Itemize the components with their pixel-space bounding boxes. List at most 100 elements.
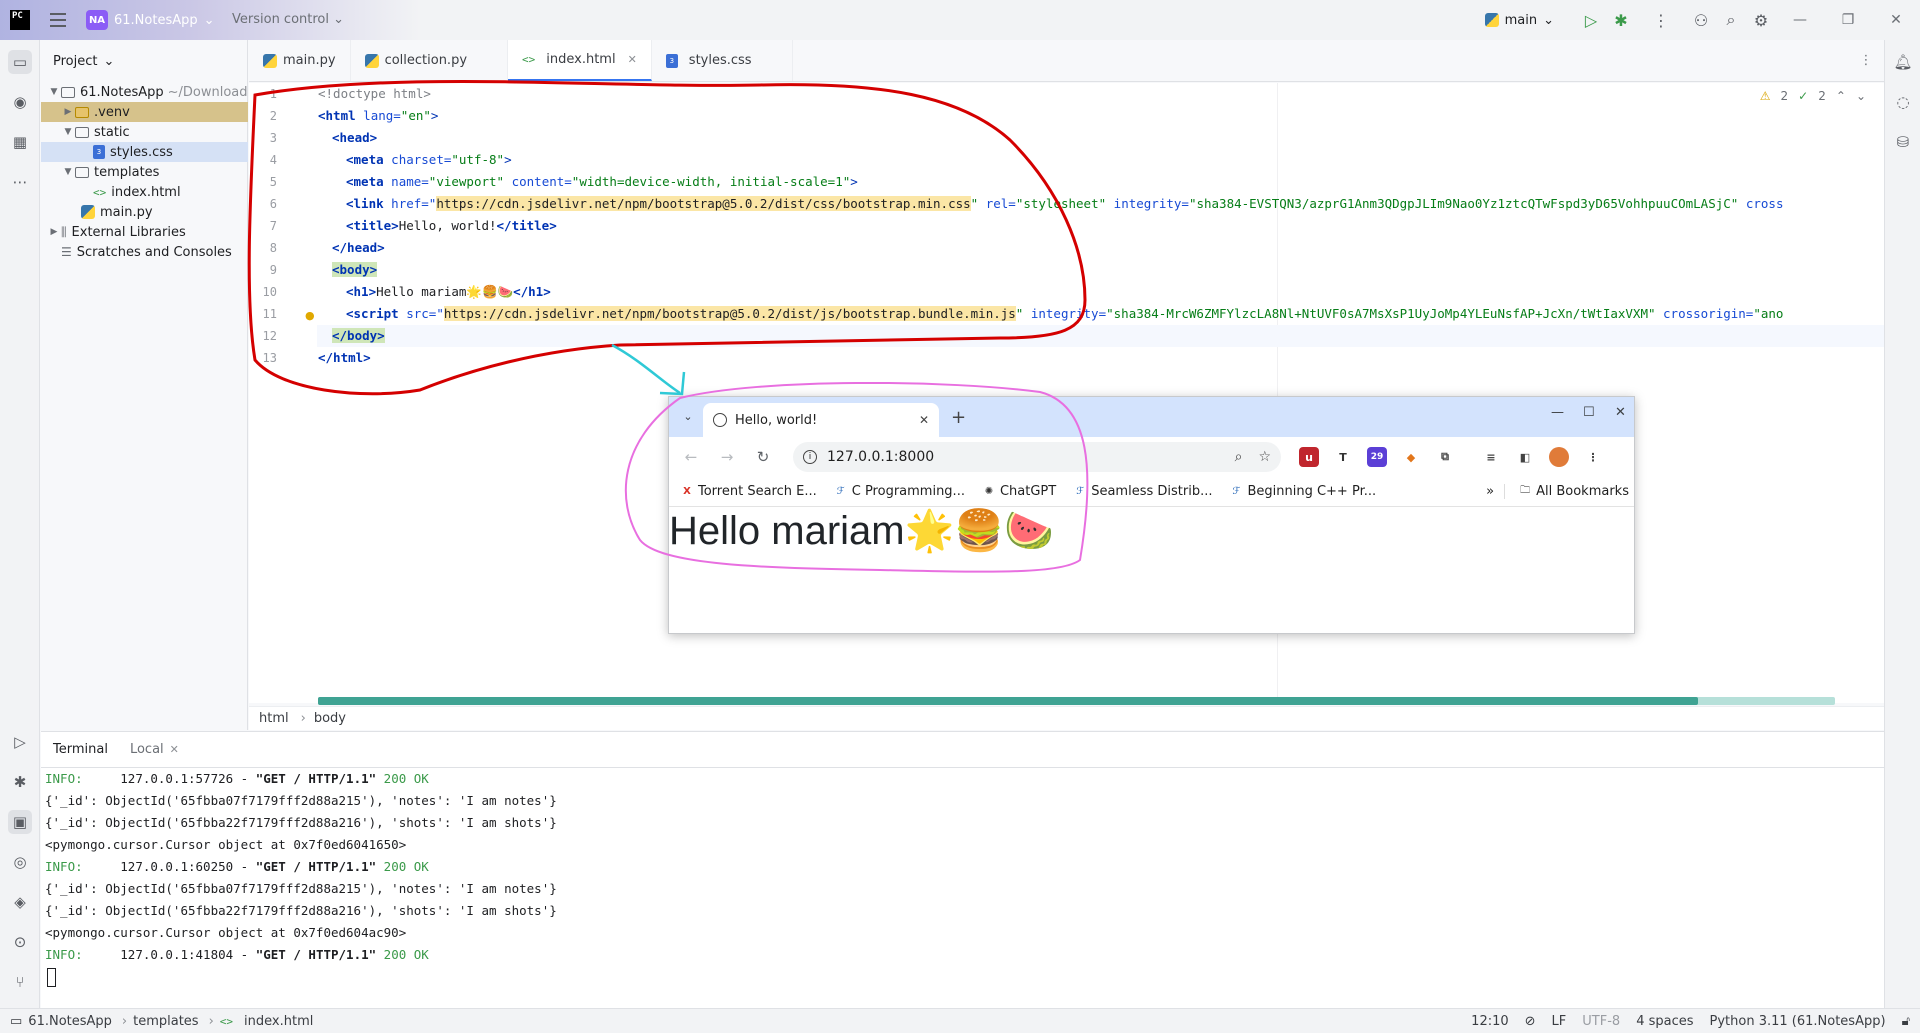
readonly-toggle-icon[interactable]: ⊘ (1525, 1014, 1536, 1029)
new-tab-icon[interactable]: + (951, 407, 966, 428)
reload-icon[interactable]: ↻ (745, 448, 781, 466)
lock-icon[interactable]: 🔓︎ (1902, 1014, 1910, 1029)
site-info-icon[interactable]: i (803, 450, 817, 464)
minimize-window-icon[interactable]: — (1551, 405, 1564, 420)
code-token[interactable]: https://cdn.jsdelivr.net/npm/bootstrap@5… (436, 196, 971, 211)
horizontal-scrollbar[interactable] (318, 697, 1835, 705)
git-icon[interactable]: ⑂ (8, 970, 32, 994)
bookmark-item[interactable]: ℱ Seamless Distrib... (1074, 484, 1212, 499)
minimize-window-icon[interactable]: — (1776, 0, 1824, 40)
ai-assistant-icon[interactable]: ◌ (1891, 90, 1915, 114)
text-extension-icon[interactable]: T (1333, 447, 1353, 467)
restore-window-icon[interactable]: ❐ (1824, 0, 1872, 40)
settings-gear-icon[interactable]: ⚙ (1746, 5, 1776, 35)
scrollbar-thumb[interactable] (318, 697, 1698, 705)
zoom-icon[interactable]: ⌕ (1235, 449, 1243, 465)
bookmark-star-icon[interactable]: ☆ (1258, 449, 1271, 465)
expanded-arrow-icon[interactable]: ▼ (61, 127, 75, 137)
tree-item-external-libraries[interactable]: ▶ ⫼ External Libraries (41, 222, 248, 242)
intention-bulb-icon[interactable]: ● (305, 309, 315, 322)
tree-item-templates[interactable]: ▼ templates (41, 162, 248, 182)
ublock-extension-icon[interactable]: u (1299, 447, 1319, 467)
debug-tool-icon[interactable]: ✱ (8, 770, 32, 794)
python-interpreter[interactable]: Python 3.11 (61.NotesApp) (1710, 1014, 1886, 1029)
maximize-window-icon[interactable]: ☐ (1583, 405, 1595, 420)
python-console-icon[interactable]: ◎ (8, 850, 32, 874)
close-window-icon[interactable]: ✕ (1872, 0, 1920, 40)
bookmarks-overflow-icon[interactable]: » (1486, 484, 1494, 499)
breadcrumb-item[interactable]: html (259, 711, 289, 726)
tree-item-venv[interactable]: ▶ .venv (41, 102, 248, 122)
tab-local[interactable]: Local ✕ (130, 742, 179, 757)
line-separator[interactable]: LF (1552, 1014, 1567, 1029)
search-icon[interactable]: ⌕ (1716, 5, 1746, 35)
close-tab-icon[interactable]: ✕ (170, 743, 179, 756)
tab-main-py[interactable]: main.py (249, 40, 351, 81)
chevron-up-icon[interactable]: ⌃ (1836, 89, 1846, 103)
inspection-widget[interactable]: ⚠ 2 ✓ 2 ⌃ ⌄ (1760, 89, 1866, 103)
bookmark-item[interactable]: ℱ C Programming... (835, 484, 965, 499)
run-icon[interactable]: ▷ (1576, 5, 1606, 35)
code-token[interactable]: https://cdn.jsdelivr.net/npm/bootstrap@5… (443, 306, 1016, 321)
commit-tool-icon[interactable]: ◉ (8, 90, 32, 114)
more-icon[interactable]: ⋮ (1636, 5, 1686, 35)
run-tool-icon[interactable]: ▷ (8, 730, 32, 754)
close-tab-icon[interactable]: ✕ (919, 413, 929, 427)
terminal-tool-icon[interactable]: ▣ (8, 810, 32, 834)
extensions-puzzle-icon[interactable]: ⧉ (1435, 447, 1455, 467)
tree-root[interactable]: ▼ 61.NotesApp ~/Download (41, 82, 248, 102)
metamask-extension-icon[interactable]: ◆ (1401, 447, 1421, 467)
more-tools-icon[interactable]: ⋯ (8, 170, 32, 194)
project-tool-icon[interactable]: ▭ (8, 50, 32, 74)
browser-menu-icon[interactable]: ⋮ (1583, 447, 1603, 467)
file-encoding[interactable]: UTF-8 (1582, 1014, 1620, 1029)
tab-search-icon[interactable]: ⌄ (679, 407, 697, 425)
bookmark-item[interactable]: X Torrent Search E... (681, 484, 817, 499)
status-crumb[interactable]: templates (133, 1014, 198, 1029)
run-config-selector[interactable]: main ⌄ (1484, 13, 1554, 28)
collapsed-arrow-icon[interactable]: ▶ (61, 107, 75, 117)
tree-item-scratches[interactable]: ☰ Scratches and Consoles (41, 242, 248, 262)
chevron-down-icon[interactable]: ⌄ (1856, 89, 1866, 103)
python-packages-icon[interactable]: ◈ (8, 890, 32, 914)
main-menu-icon[interactable] (50, 13, 66, 27)
tree-item-styles-css[interactable]: 3 styles.css (41, 142, 248, 162)
expanded-arrow-icon[interactable]: ▼ (47, 87, 61, 97)
extension-badge-icon[interactable]: 29 (1367, 447, 1387, 467)
add-user-icon[interactable]: ⚇ (1686, 5, 1716, 35)
terminal-output[interactable]: INFO: 127.0.0.1:57726 - "GET / HTTP/1.1"… (41, 768, 1884, 1008)
tabs-more-icon[interactable]: ⋮ (1848, 40, 1884, 81)
collapsed-arrow-icon[interactable]: ▶ (47, 227, 61, 237)
tab-styles-css[interactable]: 3 styles.css (652, 40, 793, 81)
indent-setting[interactable]: 4 spaces (1636, 1014, 1693, 1029)
side-panel-icon[interactable]: ◧ (1515, 447, 1535, 467)
tree-item-main-py[interactable]: main.py (41, 202, 248, 222)
tree-item-index-html[interactable]: <> index.html (41, 182, 248, 202)
media-control-icon[interactable]: ≡ (1481, 447, 1501, 467)
services-icon[interactable]: ⊙ (8, 930, 32, 954)
project-panel-header[interactable]: Project ⌄ (41, 40, 247, 82)
structure-tool-icon[interactable]: ▦ (8, 130, 32, 154)
caret-position[interactable]: 12:10 (1471, 1014, 1508, 1029)
close-window-icon[interactable]: ✕ (1615, 405, 1626, 420)
tab-collection-py[interactable]: collection.py (351, 40, 509, 81)
project-switcher[interactable]: NA 61.NotesApp ⌄ (86, 10, 215, 30)
version-control-widget[interactable]: Version control ⌄ (232, 12, 344, 27)
expanded-arrow-icon[interactable]: ▼ (61, 167, 75, 177)
address-bar[interactable]: i 127.0.0.1:8000 ⌕ ☆ (793, 442, 1281, 472)
close-tab-icon[interactable]: ✕ (628, 53, 637, 66)
status-crumb[interactable]: index.html (244, 1014, 313, 1029)
tab-index-html[interactable]: <> index.html ✕ (508, 40, 652, 81)
tree-item-static[interactable]: ▼ static (41, 122, 248, 142)
back-icon[interactable]: ← (673, 448, 709, 466)
status-crumb[interactable]: 61.NotesApp (28, 1014, 112, 1029)
debug-icon[interactable]: ✱ (1606, 5, 1636, 35)
notifications-bell-icon[interactable]: 🔔︎ (1891, 50, 1915, 74)
all-bookmarks[interactable]: 🗀 All Bookmarks (1504, 484, 1629, 499)
bookmark-item[interactable]: ℱ Beginning C++ Pr... (1230, 484, 1377, 499)
profile-avatar[interactable] (1549, 447, 1569, 467)
bookmark-item[interactable]: ✺ ChatGPT (983, 484, 1056, 499)
browser-tab[interactable]: Hello, world! ✕ (703, 403, 939, 437)
breadcrumb-item[interactable]: body (314, 711, 346, 726)
database-icon[interactable]: ⛁ (1891, 130, 1915, 154)
